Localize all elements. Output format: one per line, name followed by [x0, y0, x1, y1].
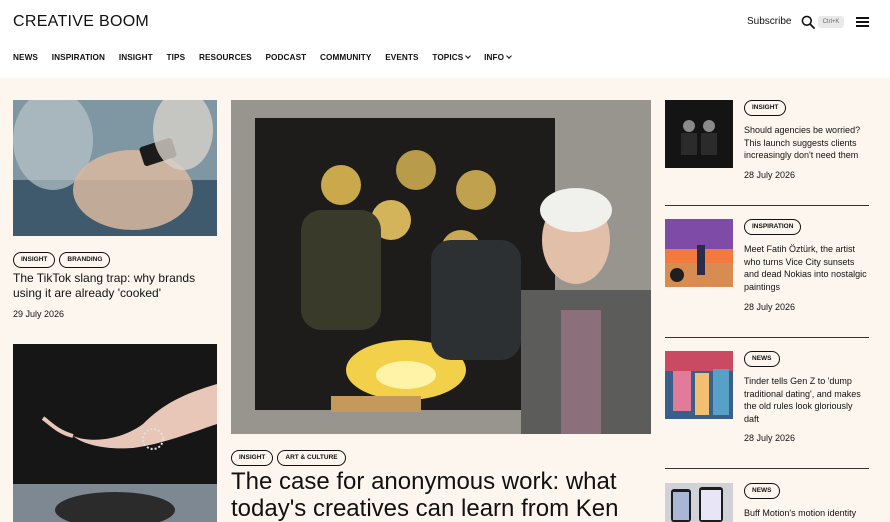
tag-art-culture[interactable]: ART & CULTURE: [277, 450, 346, 466]
sidebar-divider: [665, 468, 869, 469]
chevron-down-icon: [506, 53, 512, 59]
hand-bracelet-illustration: [13, 344, 217, 522]
nav-community[interactable]: COMMUNITY: [320, 53, 371, 62]
tag-insight[interactable]: INSIGHT: [231, 450, 274, 466]
sidebar-article-title[interactable]: Buff Motion's motion identity: [744, 507, 869, 520]
sidebar-divider: [665, 337, 869, 338]
subscribe-link[interactable]: Subscribe: [747, 16, 791, 27]
search-shortcut-badge: Ctrl+K: [818, 16, 844, 28]
sidebar-thumbnail[interactable]: [665, 219, 733, 287]
sidebar-thumbnail[interactable]: [665, 100, 733, 168]
article-date: 29 July 2026: [13, 309, 65, 319]
sidebar-thumbnail[interactable]: [665, 483, 733, 522]
feature-image[interactable]: [231, 100, 651, 434]
nav-insight[interactable]: INSIGHT: [119, 53, 153, 62]
article-image-tiktok[interactable]: [13, 100, 217, 236]
sidebar-divider: [665, 205, 869, 206]
site-header: CREATIVE BOOM Subscribe Ctrl+K NEWS INSP…: [0, 0, 890, 78]
sidebar-article-date: 28 July 2026: [744, 433, 796, 443]
main-nav: NEWS INSPIRATION INSIGHT TIPS RESOURCES …: [13, 53, 525, 62]
nav-topics[interactable]: TOPICS: [432, 53, 472, 62]
nav-tips[interactable]: TIPS: [167, 53, 186, 62]
vice-city-painting: [665, 219, 733, 287]
nav-podcast[interactable]: PODCAST: [266, 53, 307, 62]
feature-tags: INSIGHT ART & CULTURE: [231, 446, 350, 466]
sidebar-thumbnail[interactable]: [665, 351, 733, 419]
nav-resources[interactable]: RESOURCES: [199, 53, 252, 62]
article-image-hand[interactable]: [13, 344, 217, 522]
feature-title[interactable]: The case for anonymous work: what today'…: [231, 468, 651, 522]
sidebar-tag[interactable]: INSPIRATION: [744, 219, 802, 235]
sidebar-tag[interactable]: NEWS: [744, 483, 780, 499]
sidebar-tag[interactable]: NEWS: [744, 351, 780, 367]
hamburger-menu-icon[interactable]: [856, 17, 869, 27]
sidebar-article-title[interactable]: Should agencies be worried? This launch …: [744, 124, 869, 162]
search-icon[interactable]: [801, 15, 815, 29]
sidebar-article-title[interactable]: Meet Fatih Öztürk, the artist who turns …: [744, 243, 869, 293]
chevron-down-icon: [465, 53, 472, 59]
article-title[interactable]: The TikTok slang trap: why brands using …: [13, 271, 213, 301]
tinder-campaign-photo: [665, 351, 733, 419]
two-men-photo: [665, 100, 733, 168]
sidebar-tag[interactable]: INSIGHT: [744, 100, 787, 116]
nav-inspiration[interactable]: INSPIRATION: [52, 53, 105, 62]
motion-identity-screens: [665, 483, 733, 522]
nav-news[interactable]: NEWS: [13, 53, 38, 62]
tag-branding[interactable]: BRANDING: [59, 252, 111, 268]
tag-insight[interactable]: INSIGHT: [13, 252, 56, 268]
site-logo[interactable]: CREATIVE BOOM: [13, 13, 149, 31]
article-tags: INSIGHT BRANDING: [13, 248, 114, 268]
sidebar-article-date: 28 July 2026: [744, 302, 796, 312]
nav-events[interactable]: EVENTS: [385, 53, 418, 62]
sidebar-article-date: 28 July 2026: [744, 170, 796, 180]
phone-hands-illustration: [13, 100, 217, 236]
painting-and-artist-illustration: [231, 100, 651, 434]
nav-info[interactable]: INFO: [484, 53, 512, 62]
sidebar-article-title[interactable]: Tinder tells Gen Z to 'dump traditional …: [744, 375, 869, 425]
